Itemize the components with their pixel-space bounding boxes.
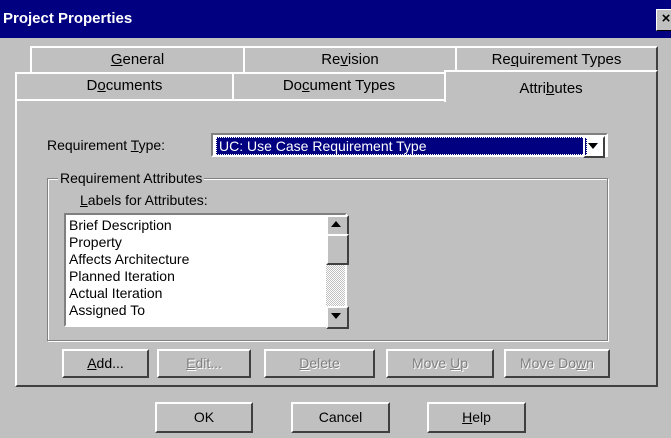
button-label-key: A — [87, 355, 97, 371]
list-item[interactable]: Assigned To — [69, 302, 145, 319]
list-item[interactable]: Planned Iteration — [69, 268, 175, 285]
chevron-down-icon — [588, 143, 598, 149]
attributes-listbox[interactable]: Brief Description Property Affects Archi… — [64, 213, 349, 329]
delete-button[interactable]: Delete — [264, 349, 375, 378]
dropdown-button[interactable] — [583, 136, 605, 158]
vertical-scrollbar[interactable] — [326, 215, 349, 329]
panel-content: Requirement Type: UC: Use Case Requireme… — [0, 0, 671, 438]
label-text: Requirement — [47, 137, 131, 153]
scroll-thumb[interactable] — [326, 234, 349, 265]
label-key: L — [80, 192, 88, 208]
button-label: dd... — [96, 355, 124, 371]
button-label: Move — [411, 355, 451, 371]
button-label: n — [586, 355, 594, 371]
group-title: Requirement Attributes — [58, 170, 205, 186]
labels-for-attributes-label: Labels for Attributes: — [80, 192, 208, 208]
label-key: T — [130, 137, 139, 153]
label-text: ype: — [138, 137, 166, 153]
button-label: p — [460, 355, 469, 371]
list-item[interactable]: Brief Description — [69, 217, 172, 234]
button-label: Move Do — [520, 355, 577, 371]
move-down-button[interactable]: Move Down — [504, 349, 610, 378]
scroll-down-button[interactable] — [326, 306, 349, 329]
list-item[interactable]: Actual Iteration — [69, 285, 162, 302]
add-button[interactable]: Add... — [62, 349, 149, 378]
list-item[interactable]: Affects Architecture — [69, 251, 189, 268]
move-up-button[interactable]: Move Up — [386, 349, 494, 378]
button-label: elete — [309, 355, 340, 371]
chevron-up-icon — [331, 221, 341, 227]
requirement-type-combo[interactable]: UC: Use Case Requirement Type — [211, 133, 608, 158]
edit-button[interactable]: Edit... — [157, 349, 251, 378]
button-label: dit... — [195, 355, 222, 371]
button-label-key: D — [299, 355, 310, 371]
requirement-type-label: Requirement Type: — [47, 137, 165, 153]
chevron-down-icon — [331, 313, 341, 319]
button-label-key: U — [450, 355, 461, 371]
requirement-type-selected: UC: Use Case Requirement Type — [216, 137, 587, 155]
button-label-key: w — [576, 355, 587, 371]
label-text: abels for Attributes: — [87, 192, 208, 208]
list-item[interactable]: Property — [69, 234, 122, 251]
